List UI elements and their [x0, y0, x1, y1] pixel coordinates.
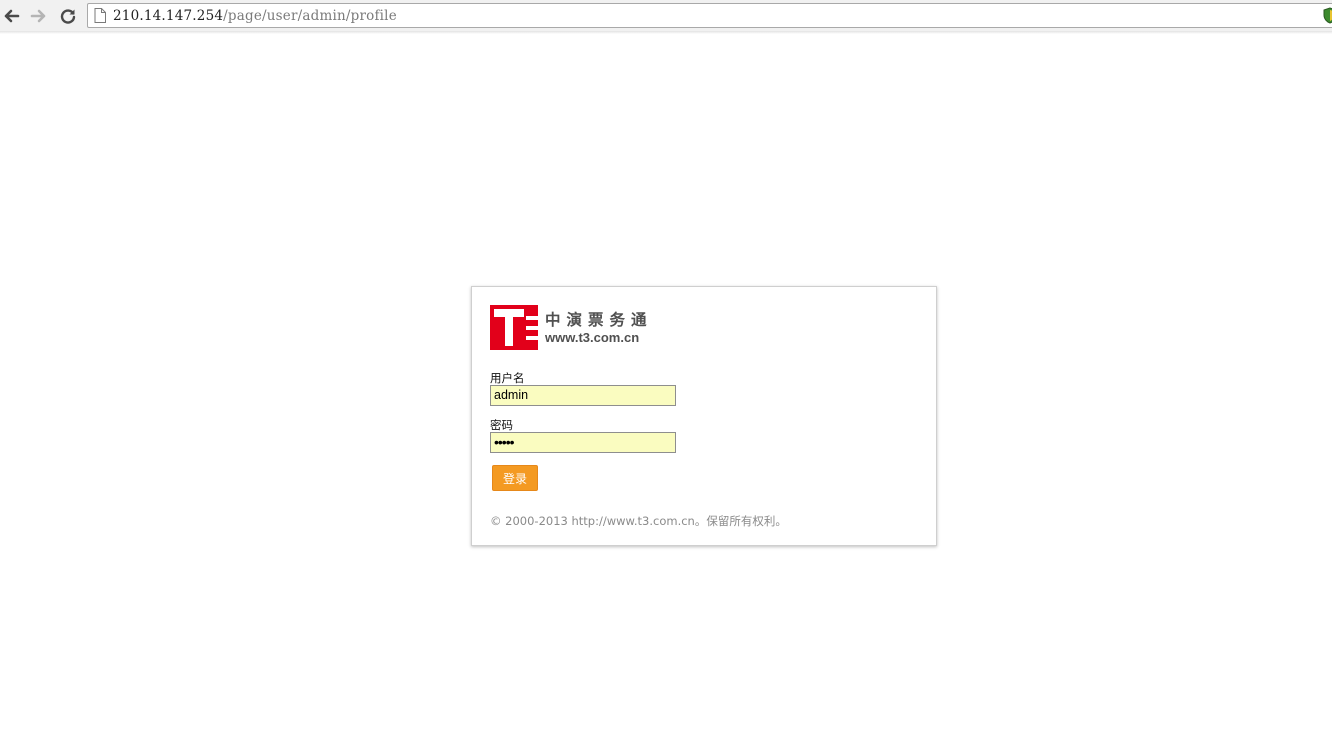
login-panel: 中演票务通 www.t3.com.cn 用户名 admin 密码 ••••• 登… [471, 286, 937, 546]
t3-logo: 中演票务通 www.t3.com.cn [490, 305, 660, 351]
t3-logo-mark-icon [490, 305, 538, 350]
url-host: 210.14.147.254 [113, 8, 224, 24]
forward-button[interactable] [29, 6, 49, 26]
password-input[interactable]: ••••• [490, 432, 676, 453]
back-button[interactable] [1, 6, 21, 26]
copyright-text: © 2000-2013 http://www.t3.com.cn。保留所有权利。 [490, 514, 787, 528]
reload-icon [60, 9, 76, 24]
shield-extension-icon[interactable] [1323, 7, 1332, 29]
forward-arrow-icon [30, 9, 46, 23]
password-label: 密码 [490, 418, 513, 432]
reload-button[interactable] [58, 6, 78, 26]
back-arrow-icon [4, 9, 20, 23]
browser-toolbar: 210.14.147.254/page/user/admin/profile [0, 0, 1332, 34]
logo-title: 中演票务通 [545, 311, 653, 329]
toolbar-shadow [0, 31, 1332, 34]
username-label: 用户名 [490, 371, 525, 385]
login-button[interactable]: 登录 [492, 465, 538, 491]
username-input[interactable]: admin [490, 385, 676, 406]
url-text: 210.14.147.254/page/user/admin/profile [113, 8, 397, 24]
address-bar[interactable]: 210.14.147.254/page/user/admin/profile [87, 3, 1332, 28]
page-icon [94, 8, 106, 28]
login-button-label: 登录 [502, 471, 527, 486]
logo-url: www.t3.com.cn [545, 330, 640, 345]
url-path: /page/user/admin/profile [223, 8, 397, 24]
